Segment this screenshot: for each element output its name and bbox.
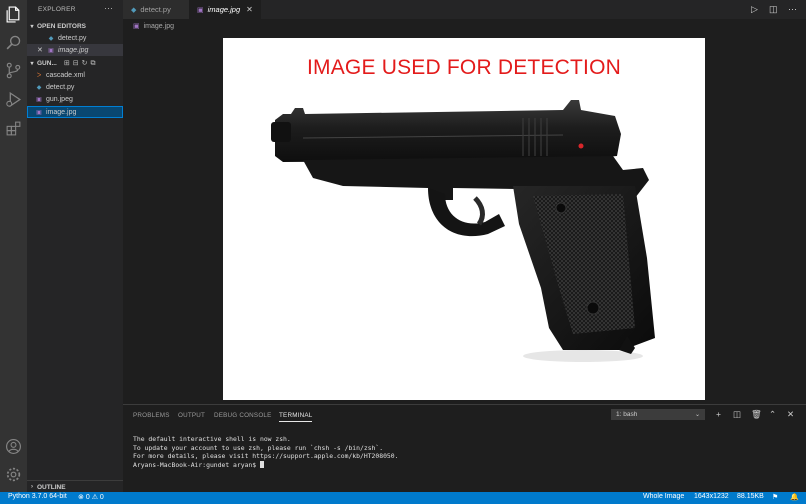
- terminal-output[interactable]: The default interactive shell is now zsh…: [133, 435, 398, 469]
- error-icon: ⊗: [78, 494, 84, 501]
- trash-icon[interactable]: 🗑: [751, 409, 762, 420]
- open-editor-label: image.jpg: [58, 46, 89, 54]
- explorer-icon[interactable]: [4, 5, 23, 24]
- terminal-line: The default interactive shell is now zsh…: [133, 435, 291, 443]
- terminal-prompt: Aryans-MacBook-Air:gundet aryan$: [133, 461, 398, 470]
- tab-label: detect.py: [140, 5, 171, 14]
- terminal-line: To update your account to use zsh, pleas…: [133, 443, 384, 452]
- open-editors-label: OPEN EDITORS: [37, 22, 87, 30]
- open-editor-item[interactable]: ◆ detect.py: [27, 32, 123, 44]
- warning-icon: ⚠: [91, 494, 98, 501]
- search-icon[interactable]: [4, 33, 23, 52]
- python-file-icon: ◆: [36, 84, 42, 91]
- image-file-icon: ▣: [197, 6, 204, 14]
- activity-bar: [0, 0, 27, 492]
- settings-gear-icon[interactable]: [4, 465, 23, 484]
- xml-file-icon: ᐳ: [36, 72, 42, 79]
- open-editor-item[interactable]: ✕ ▣ image.jpg: [27, 44, 123, 56]
- image-dimensions: 1643x1232: [694, 493, 729, 500]
- zoom-level[interactable]: Whole Image: [643, 493, 684, 500]
- tab-debug-console[interactable]: DEBUG CONSOLE: [214, 412, 272, 419]
- tab-label: image.jpg: [207, 5, 241, 14]
- open-editor-label: detect.py: [58, 34, 87, 42]
- error-count: 0: [85, 494, 90, 501]
- image-size: 88.15KB: [737, 493, 764, 500]
- editor-tab-bar: ◆ detect.py ▣ image.jpg ✕ ▷ ◫ ⋯: [123, 0, 806, 19]
- split-editor-icon[interactable]: ◫: [769, 4, 778, 15]
- breadcrumb: ▣ image.jpg: [123, 19, 806, 33]
- terminal-prompt-text: Aryans-MacBook-Air:gundet aryan$: [133, 460, 260, 469]
- image-file-icon: ▣: [133, 23, 140, 30]
- terminal-line: For more details, please visit https://s…: [133, 452, 399, 461]
- problems-indicator[interactable]: ⊗ 0 ⚠ 0: [78, 493, 104, 501]
- status-bar: Python 3.7.0 64-bit ⊗ 0 ⚠ 0 Whole Image …: [0, 492, 806, 504]
- chevron-up-icon[interactable]: ⌃: [769, 409, 776, 420]
- file-label: detect.py: [46, 83, 75, 91]
- chevron-down-icon: ▾: [30, 60, 34, 67]
- python-file-icon: ◆: [48, 35, 54, 42]
- run-debug-icon[interactable]: [4, 90, 23, 109]
- tab-terminal[interactable]: TERMINAL: [279, 412, 313, 422]
- image-file-icon: ▣: [36, 109, 42, 116]
- new-terminal-icon[interactable]: +: [716, 409, 721, 419]
- close-icon[interactable]: ✕: [246, 5, 253, 14]
- file-item[interactable]: ▣ gun.jpeg: [27, 93, 123, 105]
- close-icon[interactable]: ✕: [37, 46, 47, 54]
- extensions-icon[interactable]: [4, 119, 23, 138]
- tab-image-jpg[interactable]: ▣ image.jpg ✕: [189, 0, 261, 19]
- more-actions-icon[interactable]: ···: [104, 3, 113, 13]
- folder-section[interactable]: ▾ GUN... ⊞⊟↻⧉: [27, 57, 123, 69]
- terminal-cursor: [259, 461, 264, 469]
- file-item-selected[interactable]: ▣ image.jpg: [27, 106, 123, 118]
- warning-count: 0: [99, 494, 104, 501]
- terminal-select[interactable]: 1: bash ⌄: [611, 409, 705, 420]
- close-panel-icon[interactable]: ✕: [787, 409, 794, 420]
- chevron-down-icon: ▾: [30, 23, 34, 30]
- tab-output[interactable]: OUTPUT: [178, 412, 205, 419]
- folder-actions[interactable]: ⊞⊟↻⧉: [64, 59, 99, 68]
- notifications-icon[interactable]: 🔔: [790, 493, 799, 501]
- file-label: image.jpg: [46, 108, 77, 116]
- split-terminal-icon[interactable]: ◫: [733, 409, 741, 420]
- tab-detect-py[interactable]: ◆ detect.py: [123, 0, 189, 19]
- image-file-icon: ▣: [48, 47, 54, 54]
- account-icon[interactable]: [4, 437, 23, 456]
- run-icon[interactable]: ▷: [751, 4, 758, 15]
- file-label: gun.jpeg: [46, 95, 73, 103]
- explorer-title: EXPLORER: [38, 6, 76, 13]
- more-actions-icon[interactable]: ⋯: [788, 4, 797, 15]
- breadcrumb-file[interactable]: image.jpg: [144, 23, 174, 30]
- file-item[interactable]: ᐳ cascade.xml: [27, 69, 123, 81]
- folder-label: GUN...: [37, 59, 57, 67]
- pistol-image: [271, 100, 655, 362]
- chevron-down-icon: ⌄: [694, 412, 700, 418]
- bottom-panel: PROBLEMS OUTPUT DEBUG CONSOLE TERMINAL 1…: [123, 404, 806, 493]
- tab-problems[interactable]: PROBLEMS: [133, 412, 170, 419]
- open-editors-section[interactable]: ▾ OPEN EDITORS: [27, 20, 123, 32]
- explorer-sidebar: EXPLORER ··· ▾ OPEN EDITORS ◆ detect.py …: [27, 0, 123, 492]
- image-preview: IMAGE USED FOR DETECTION: [223, 38, 705, 400]
- image-file-icon: ▣: [36, 96, 42, 103]
- python-file-icon: ◆: [131, 6, 137, 14]
- feedback-icon[interactable]: ⚑: [772, 493, 778, 501]
- python-interpreter[interactable]: Python 3.7.0 64-bit: [8, 493, 67, 500]
- file-item[interactable]: ◆ detect.py: [27, 81, 123, 93]
- file-label: cascade.xml: [46, 71, 85, 79]
- terminal-select-value: 1: bash: [616, 411, 638, 418]
- outline-label: OUTLINE: [37, 483, 66, 491]
- source-control-icon[interactable]: [4, 61, 23, 80]
- chevron-right-icon: ›: [31, 484, 33, 490]
